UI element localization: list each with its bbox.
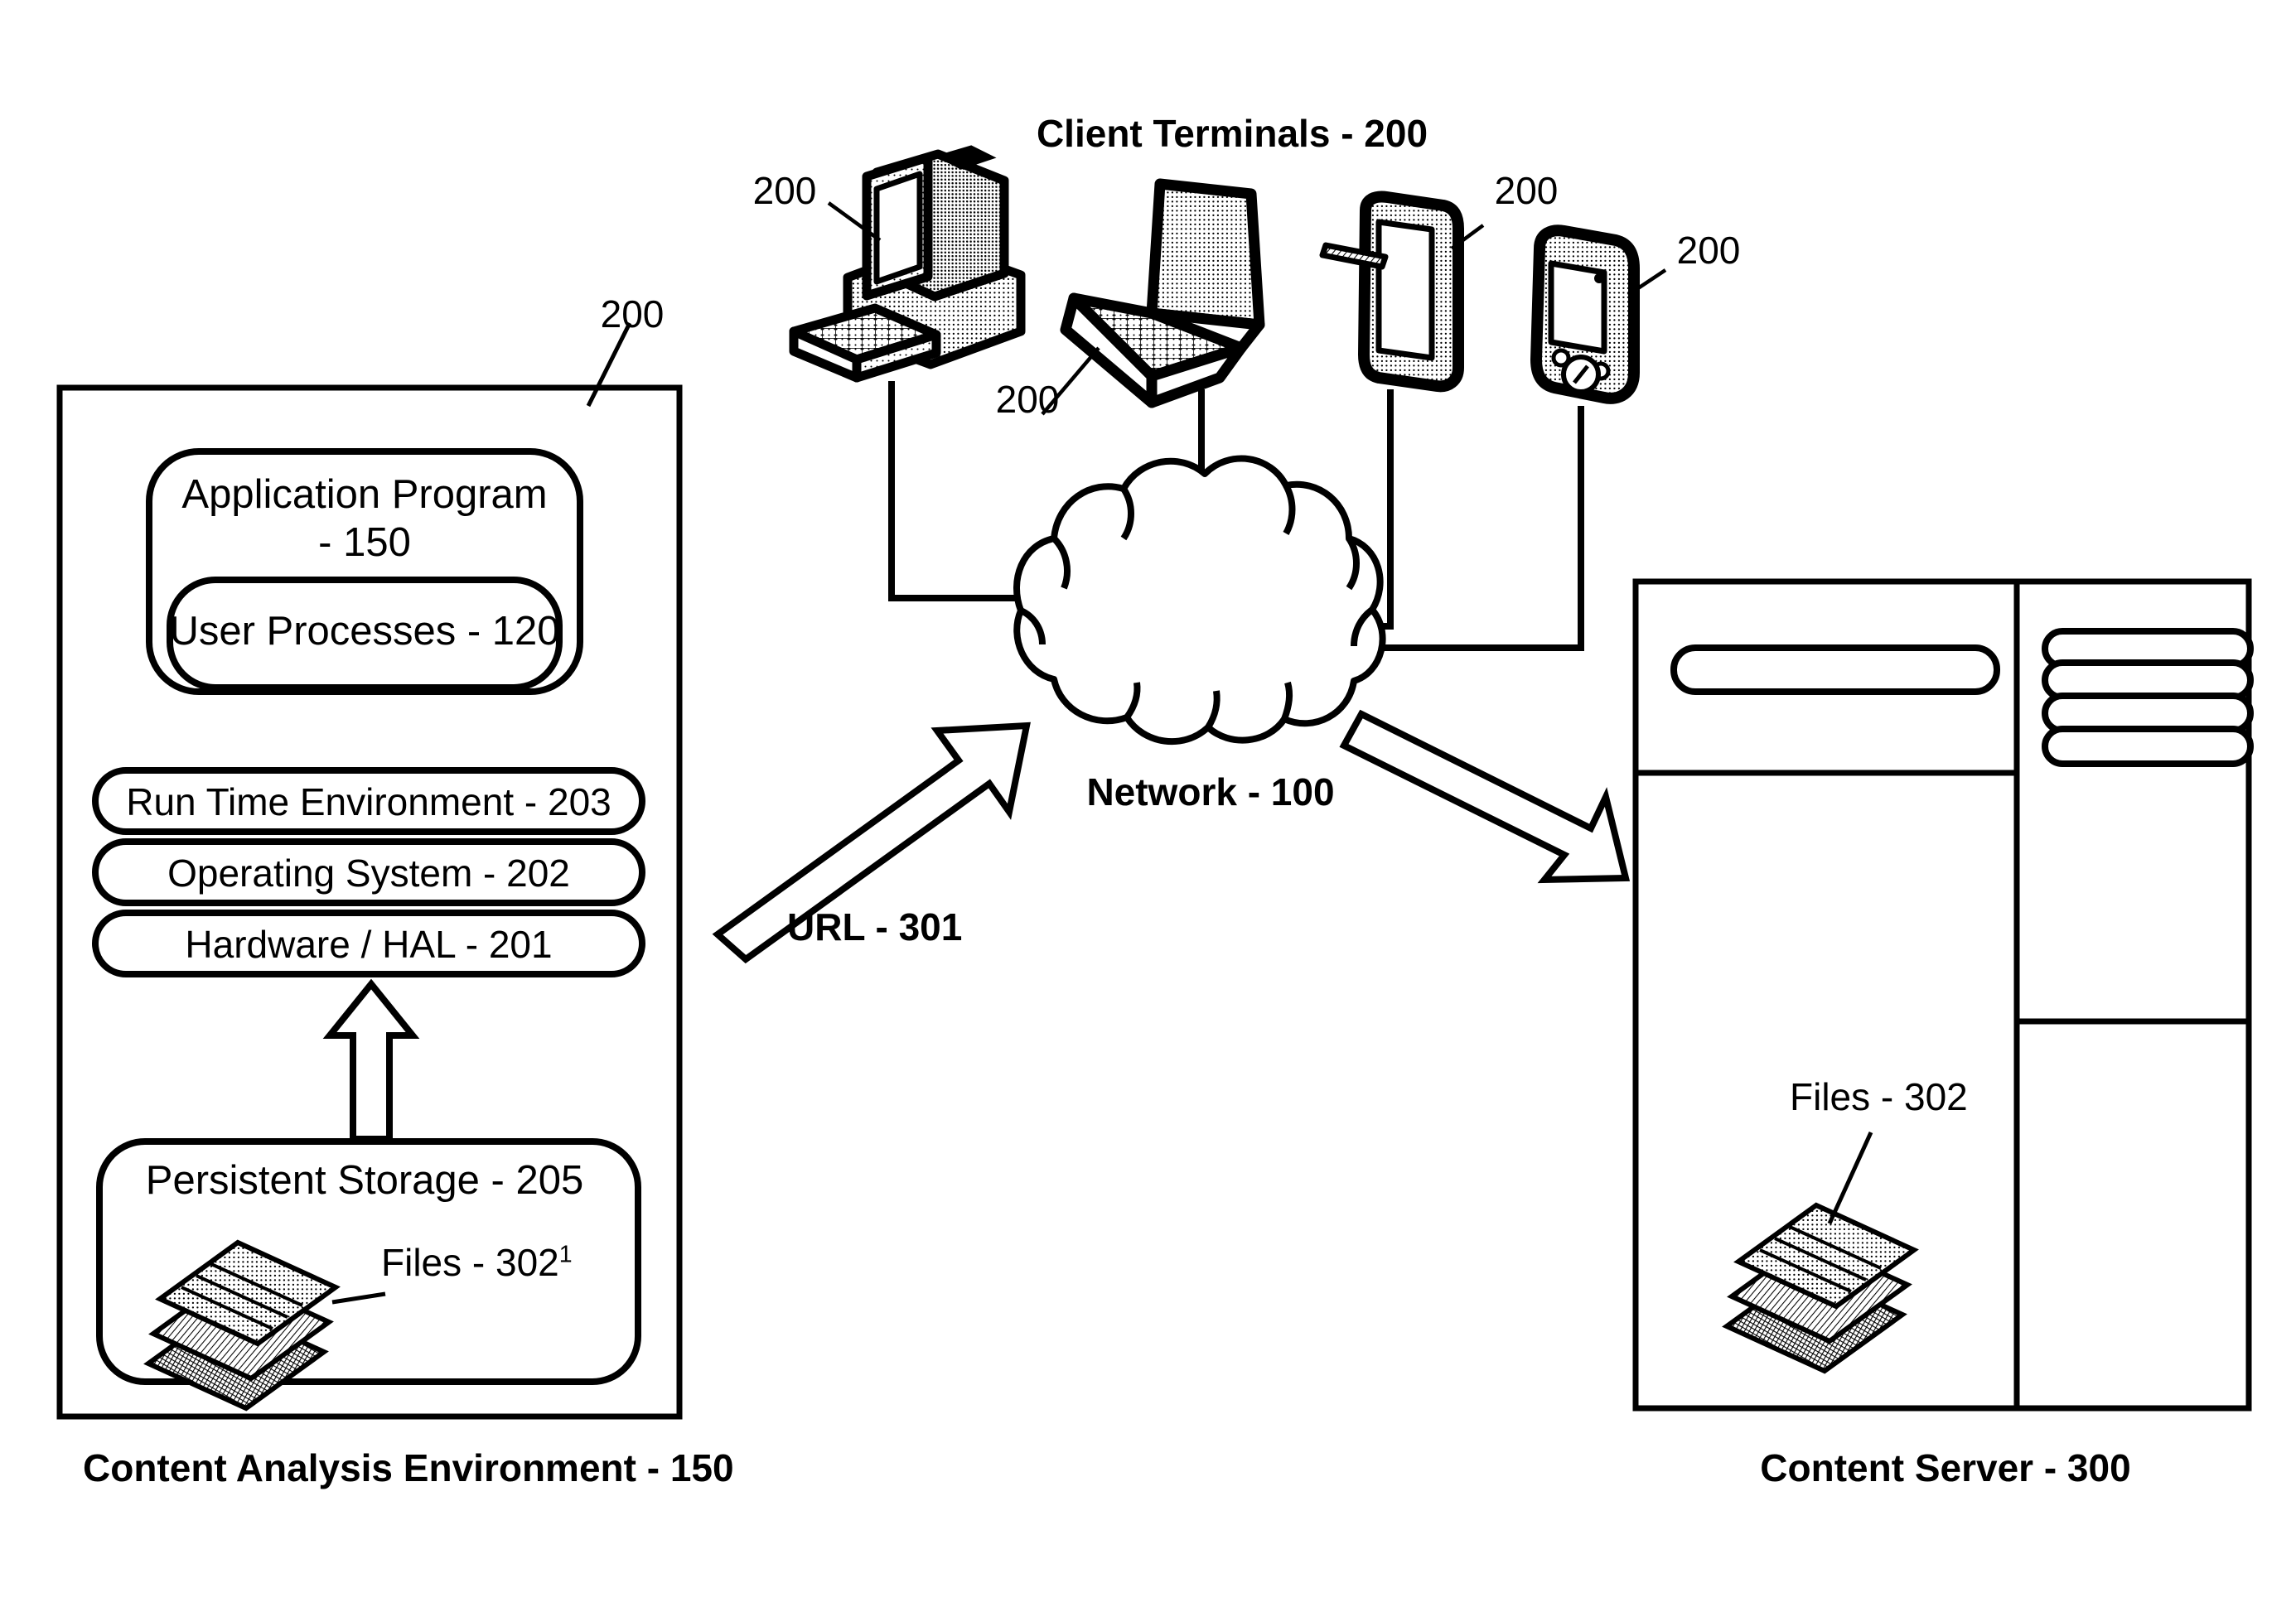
run-time-environment-label: Run Time Environment - 203 [126,780,611,823]
server-drive-slot-right-4 [2042,726,2254,767]
ref-label-200-environment: 200 [600,292,665,335]
application-program-label-line1: Application Program [181,472,548,517]
server-drive-slot-right-2 [2042,659,2254,701]
operating-system-label: Operating System - 202 [167,852,570,895]
persistent-storage-label: Persistent Storage - 205 [145,1158,584,1203]
user-processes-label: User Processes - 120 [169,609,560,654]
diagram-canvas: 200 Application Program - 150 User Proce… [0,0,2296,1612]
files-label-server: Files - 302 [1790,1075,1968,1118]
files-label-storage-text: Files - 302 [381,1241,559,1284]
ref-label-200-desktop: 200 [752,169,817,212]
files-label-storage: Files - 3021 [381,1243,573,1282]
ref-label-200-pda: 200 [1676,229,1741,272]
server-arrow [1339,709,1631,884]
application-program-label-line2: - 150 [318,520,411,565]
content-analysis-environment-caption: Content Analysis Environment - 150 [83,1446,734,1489]
server-drive-slot-right-3 [2042,693,2254,734]
network-label: Network - 100 [1086,770,1335,813]
client-terminals-title: Client Terminals - 200 [1036,112,1428,155]
content-server-box [1632,578,2254,1412]
desktop-computer-icon [789,145,1026,601]
content-server-caption: Content Server - 300 [1760,1446,2131,1489]
server-drive-slot-left-1 [1670,644,2000,695]
ref-label-200-tablet: 200 [1494,169,1559,212]
url-arrow-label: URL - 301 [787,905,963,948]
ref-label-200-laptop: 200 [995,378,1060,421]
hardware-hal-label: Hardware / HAL - 201 [185,923,553,966]
files-label-storage-superscript: 1 [558,1241,573,1268]
network-cloud [1013,455,1386,746]
